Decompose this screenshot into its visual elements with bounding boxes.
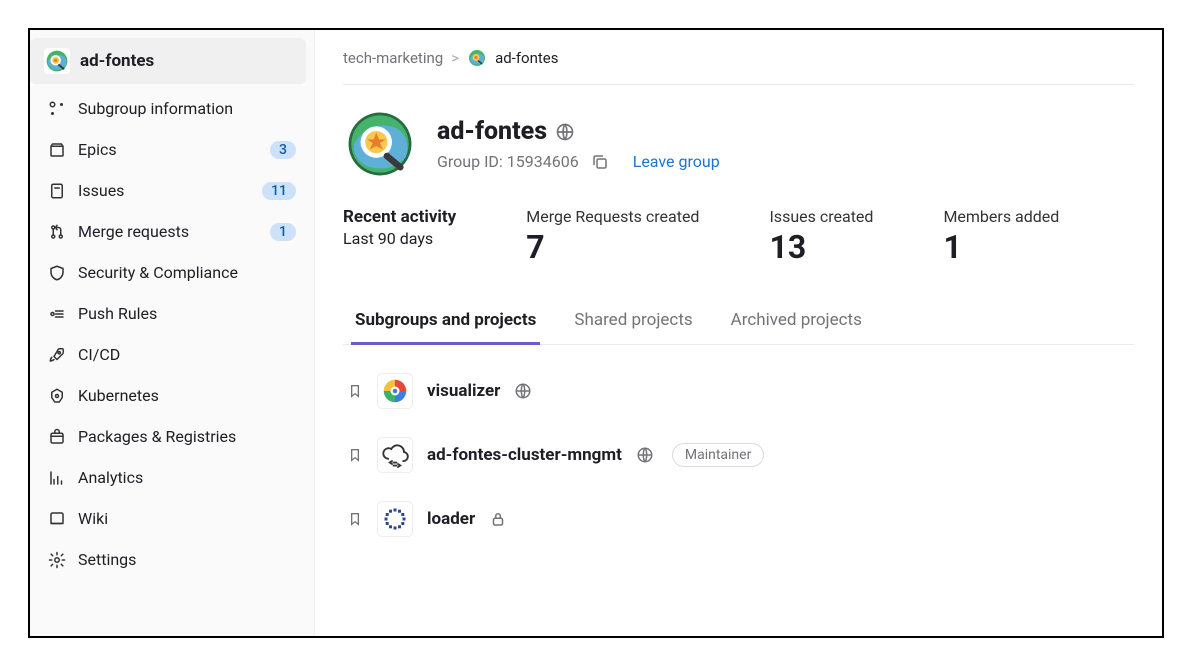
- sidebar-item-label: Subgroup information: [78, 99, 296, 118]
- stat-label: Merge Requests created: [526, 207, 699, 226]
- project-list: visualizer ad-fontes-cluster-mngmt Maint…: [343, 359, 1134, 551]
- sidebar-item-label: Issues: [78, 181, 250, 200]
- stat-label: Issues created: [769, 207, 873, 226]
- push-icon: [48, 305, 66, 323]
- stat-label: Members added: [943, 207, 1059, 226]
- sidebar-item-label: Security & Compliance: [78, 263, 296, 282]
- count-badge: 3: [270, 141, 296, 159]
- sidebar-item-label: Merge requests: [78, 222, 258, 241]
- subgroup-icon: [48, 100, 66, 118]
- sidebar-item-label: Settings: [78, 550, 296, 569]
- wiki-icon: [48, 510, 66, 528]
- sidebar-item-label: CI/CD: [78, 345, 296, 364]
- mr-icon: [48, 223, 66, 241]
- sidebar-item-packages-registries[interactable]: Packages & Registries: [30, 416, 314, 457]
- sidebar-item-ci-cd[interactable]: CI/CD: [30, 334, 314, 375]
- stat-value: 1: [943, 228, 1059, 266]
- sidebar-item-label: Kubernetes: [78, 386, 296, 405]
- sidebar-item-merge-requests[interactable]: Merge requests 1: [30, 211, 314, 252]
- tab-archived-projects[interactable]: Archived projects: [727, 300, 866, 345]
- sidebar-item-push-rules[interactable]: Push Rules: [30, 293, 314, 334]
- globe-icon: [514, 382, 532, 400]
- bookmark-icon[interactable]: [347, 446, 363, 464]
- count-badge: 11: [262, 182, 296, 200]
- sidebar-item-label: Push Rules: [78, 304, 296, 323]
- breadcrumb-current[interactable]: ad-fontes: [495, 49, 558, 67]
- project-avatar: [377, 437, 413, 473]
- breadcrumb-avatar: [467, 48, 487, 68]
- sidebar-item-label: Epics: [78, 140, 258, 159]
- sidebar-item-label: Wiki: [78, 509, 296, 528]
- sidebar-item-subgroup-information[interactable]: Subgroup information: [30, 88, 314, 129]
- sidebar-item-label: Packages & Registries: [78, 427, 296, 446]
- bookmark-icon[interactable]: [347, 382, 363, 400]
- project-name: visualizer: [427, 381, 500, 401]
- activity-title: Recent activity: [343, 207, 456, 227]
- sidebar-item-kubernetes[interactable]: Kubernetes: [30, 375, 314, 416]
- count-badge: 1: [270, 223, 296, 241]
- sidebar: ad-fontes Subgroup information Epics 3 I…: [30, 30, 315, 636]
- project-name: loader: [427, 509, 475, 529]
- breadcrumb: tech-marketing > ad-fontes: [343, 48, 1134, 85]
- sidebar-item-wiki[interactable]: Wiki: [30, 498, 314, 539]
- project-name: ad-fontes-cluster-mngmt: [427, 445, 622, 465]
- sidebar-group-name: ad-fontes: [80, 51, 154, 71]
- group-avatar-small: [44, 48, 70, 74]
- project-avatar: [377, 501, 413, 537]
- rocket-icon: [48, 346, 66, 364]
- analytics-icon: [48, 469, 66, 487]
- sidebar-item-label: Analytics: [78, 468, 296, 487]
- kube-icon: [48, 387, 66, 405]
- lock-icon: [489, 510, 507, 528]
- stat-value: 7: [526, 228, 699, 266]
- sidebar-item-epics[interactable]: Epics 3: [30, 129, 314, 170]
- tab-subgroups-and-projects[interactable]: Subgroups and projects: [351, 300, 540, 345]
- sidebar-group-header[interactable]: ad-fontes: [30, 38, 306, 84]
- copy-icon[interactable]: [591, 153, 609, 171]
- stat-issues-created: Issues created 13: [769, 207, 873, 266]
- group-header: ad-fontes Group ID: 15934606: [343, 107, 1134, 181]
- role-badge: Maintainer: [672, 443, 764, 467]
- shield-icon: [48, 264, 66, 282]
- bookmark-icon[interactable]: [347, 510, 363, 528]
- project-row[interactable]: visualizer: [343, 359, 1134, 423]
- group-avatar: [343, 107, 417, 181]
- group-title: ad-fontes: [437, 117, 547, 146]
- package-icon: [48, 428, 66, 446]
- breadcrumb-root[interactable]: tech-marketing: [343, 49, 443, 67]
- sidebar-item-analytics[interactable]: Analytics: [30, 457, 314, 498]
- breadcrumb-separator: >: [451, 49, 459, 67]
- stat-value: 13: [769, 228, 873, 266]
- globe-icon: [636, 446, 654, 464]
- epic-icon: [48, 141, 66, 159]
- sidebar-item-settings[interactable]: Settings: [30, 539, 314, 580]
- project-row[interactable]: ad-fontes-cluster-mngmt Maintainer: [343, 423, 1134, 487]
- recent-activity: Recent activity Last 90 days Merge Reque…: [343, 207, 1134, 266]
- tab-shared-projects[interactable]: Shared projects: [570, 300, 696, 345]
- sidebar-item-issues[interactable]: Issues 11: [30, 170, 314, 211]
- main-content: tech-marketing > ad-fontes: [315, 30, 1162, 636]
- settings-icon: [48, 551, 66, 569]
- project-row[interactable]: loader: [343, 487, 1134, 551]
- tabs: Subgroups and projects Shared projects Arc…: [343, 300, 1134, 345]
- stat-members-added: Members added 1: [943, 207, 1059, 266]
- issues-icon: [48, 182, 66, 200]
- stat-merge-requests-created: Merge Requests created 7: [526, 207, 699, 266]
- leave-group-link[interactable]: Leave group: [633, 152, 720, 171]
- activity-subtitle: Last 90 days: [343, 229, 456, 248]
- globe-icon: [555, 122, 575, 142]
- group-id-label: Group ID: 15934606: [437, 152, 579, 171]
- sidebar-item-security-compliance[interactable]: Security & Compliance: [30, 252, 314, 293]
- project-avatar: [377, 373, 413, 409]
